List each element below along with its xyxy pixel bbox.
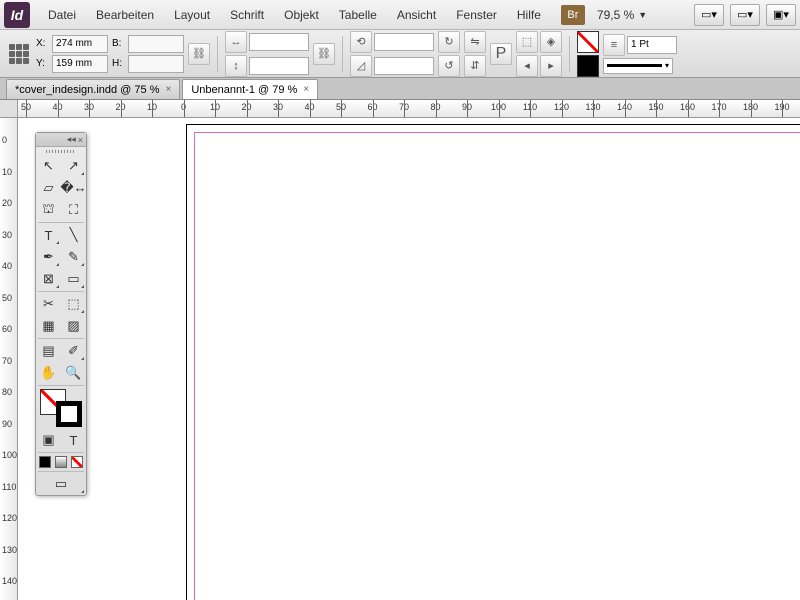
fill-swatch[interactable]: [577, 31, 599, 53]
page-tool[interactable]: ▱: [36, 177, 61, 199]
select-container-icon[interactable]: ⬚: [516, 31, 538, 53]
view-mode-icon[interactable]: ▭▾: [694, 4, 724, 26]
x-label: X:: [36, 38, 50, 49]
tab-unbenannt[interactable]: Unbenannt-1 @ 79 % ×: [182, 79, 318, 99]
scale-y-input[interactable]: [249, 57, 309, 75]
menu-datei[interactable]: Datei: [38, 4, 86, 26]
scale-y-icon: ↕: [225, 55, 247, 77]
screen-mode-icon[interactable]: ▣▾: [766, 4, 796, 26]
link-icon[interactable]: ⛓: [313, 43, 335, 65]
type-tool[interactable]: T: [36, 224, 61, 246]
pencil-tool[interactable]: ✎: [61, 246, 86, 268]
control-bar: X: Y: B: H: ⛓ ↔ ↕ ⛓ ⟲ ◿ ↻ ↺ ⇋ ⇵ P ⬚◈ ◂▸ …: [0, 30, 800, 78]
tools-panel: ◂◂× ↖↗ ▱�↔ ⛫⛶ T╲ ✒✎ ⊠▭ ✂⬚ ▦▨ ▤✐ ✋🔍 ▣T ▭: [35, 132, 87, 496]
shear-icon: ◿: [350, 55, 372, 77]
tab-label: *cover_indesign.indd @ 75 %: [15, 84, 159, 96]
rectangle-frame-tool[interactable]: ⊠: [36, 268, 61, 290]
y-input[interactable]: [52, 55, 108, 73]
menu-objekt[interactable]: Objekt: [274, 4, 329, 26]
ruler-horizontal[interactable]: 5040302010010203040506070809010011012013…: [18, 100, 800, 118]
reference-point-icon[interactable]: [6, 39, 32, 69]
menu-schrift[interactable]: Schrift: [220, 4, 274, 26]
flip-h-icon[interactable]: ⇋: [464, 31, 486, 53]
document-tabbar: *cover_indesign.indd @ 75 % × Unbenannt-1…: [0, 78, 800, 100]
stroke-style-input[interactable]: ▾: [603, 58, 673, 74]
panel-header[interactable]: ◂◂×: [36, 133, 86, 147]
h-input[interactable]: [128, 55, 184, 73]
content-collector-tool[interactable]: ⛫: [36, 199, 61, 221]
selection-tool[interactable]: ↖: [36, 155, 61, 177]
constrain-icon[interactable]: ⛓: [188, 43, 210, 65]
apply-gradient-icon[interactable]: [55, 456, 67, 468]
chevron-down-icon: ▼: [638, 10, 647, 20]
shear-input[interactable]: [374, 57, 434, 75]
formatting-text-icon[interactable]: T: [61, 429, 86, 451]
line-tool[interactable]: ╲: [61, 224, 86, 246]
select-content-icon[interactable]: ◈: [540, 31, 562, 53]
zoom-value: 79,5 %: [597, 8, 634, 22]
bridge-icon[interactable]: Br: [561, 5, 585, 25]
rotate-icon: ⟲: [350, 31, 372, 53]
zoom-tool[interactable]: 🔍: [61, 362, 86, 384]
gap-tool[interactable]: �↔: [61, 177, 86, 199]
menubar: Id Datei Bearbeiten Layout Schrift Objek…: [0, 0, 800, 30]
gradient-swatch-tool[interactable]: ▦: [36, 315, 61, 337]
flip-v-icon[interactable]: ⇵: [464, 55, 486, 77]
rotate-input[interactable]: [374, 33, 434, 51]
stroke-weight-icon: ≡: [603, 34, 625, 56]
h-label: H:: [112, 58, 126, 69]
formatting-container-icon[interactable]: ▣: [36, 429, 61, 451]
scale-x-icon: ↔: [225, 31, 247, 53]
page-margin-guide: [194, 132, 800, 600]
free-transform-tool[interactable]: ⬚: [61, 293, 86, 315]
scale-x-input[interactable]: [249, 33, 309, 51]
menu-fenster[interactable]: Fenster: [446, 4, 507, 26]
w-input[interactable]: [128, 35, 184, 53]
close-icon[interactable]: ×: [78, 135, 83, 145]
select-prev-icon[interactable]: ◂: [516, 55, 538, 77]
zoom-level[interactable]: 79,5 % ▼: [597, 8, 647, 22]
stroke-weight-input[interactable]: 1 Pt: [627, 36, 677, 54]
stroke-swatch[interactable]: [577, 55, 599, 77]
x-input[interactable]: [52, 35, 108, 53]
apply-color-icon[interactable]: [39, 456, 51, 468]
ruler-origin[interactable]: [0, 100, 18, 118]
tab-cover[interactable]: *cover_indesign.indd @ 75 % ×: [6, 79, 180, 99]
apply-none-icon[interactable]: [71, 456, 83, 468]
rotate-cw-icon[interactable]: ↻: [438, 31, 460, 53]
close-icon[interactable]: ×: [303, 84, 309, 95]
arrange-icon[interactable]: ▭▾: [730, 4, 760, 26]
fill-stroke-proxy[interactable]: [36, 387, 86, 429]
note-tool[interactable]: ▤: [36, 340, 61, 362]
view-mode-tool[interactable]: ▭: [36, 473, 86, 495]
panel-grip[interactable]: [36, 147, 86, 155]
w-label: B:: [112, 38, 126, 49]
y-label: Y:: [36, 58, 50, 69]
canvas[interactable]: [18, 118, 800, 600]
content-placer-tool[interactable]: ⛶: [61, 199, 86, 221]
menu-bearbeiten[interactable]: Bearbeiten: [86, 4, 164, 26]
eyedropper-tool[interactable]: ✐: [61, 340, 86, 362]
close-icon[interactable]: ×: [165, 84, 171, 95]
select-next-icon[interactable]: ▸: [540, 55, 562, 77]
hand-tool[interactable]: ✋: [36, 362, 61, 384]
menu-hilfe[interactable]: Hilfe: [507, 4, 551, 26]
collapse-icon[interactable]: ◂◂: [67, 134, 76, 145]
ruler-vertical[interactable]: 0102030405060708090100110120130140150: [0, 118, 18, 600]
p-icon[interactable]: P: [490, 43, 512, 65]
gradient-feather-tool[interactable]: ▨: [61, 315, 86, 337]
rectangle-tool[interactable]: ▭: [61, 268, 86, 290]
tab-label: Unbenannt-1 @ 79 %: [191, 84, 297, 96]
menu-tabelle[interactable]: Tabelle: [329, 4, 387, 26]
scissors-tool[interactable]: ✂: [36, 293, 61, 315]
stroke-proxy[interactable]: [56, 401, 82, 427]
menu-layout[interactable]: Layout: [164, 4, 220, 26]
pen-tool[interactable]: ✒: [36, 246, 61, 268]
rotate-ccw-icon[interactable]: ↺: [438, 55, 460, 77]
menu-ansicht[interactable]: Ansicht: [387, 4, 446, 26]
direct-selection-tool[interactable]: ↗: [61, 155, 86, 177]
app-logo: Id: [4, 2, 30, 28]
